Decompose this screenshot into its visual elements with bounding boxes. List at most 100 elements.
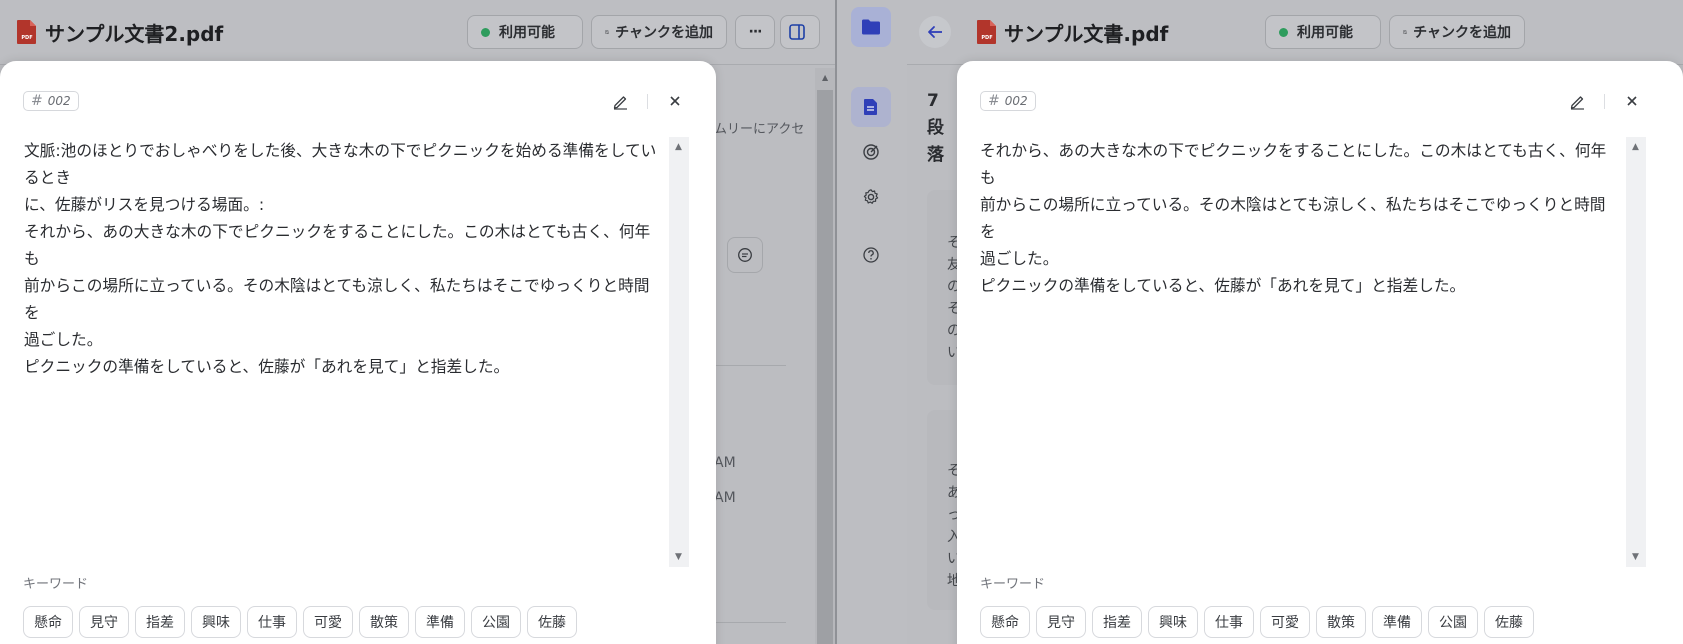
keyword-tag[interactable]: 佐藤 xyxy=(1484,606,1534,638)
keyword-tag[interactable]: 公園 xyxy=(471,606,521,638)
panel-icon xyxy=(789,24,805,40)
document-icon xyxy=(864,99,877,115)
folder-button[interactable] xyxy=(851,7,891,47)
keyword-tag[interactable]: 指差 xyxy=(135,606,185,638)
pencil-icon xyxy=(1570,95,1584,110)
keyword-tag[interactable]: 可愛 xyxy=(1260,606,1310,638)
right-header: PDF サンプル文書.pdf 利用可能 チャンクを追加 xyxy=(907,0,1683,65)
help-icon xyxy=(863,247,879,263)
add-chunk-icon xyxy=(1403,30,1407,34)
chunk-detail-modal: # 002 それから、あの大きな木の下でピクニックをすることにした。この木はとて… xyxy=(957,61,1683,644)
scroll-up-icon: ▲ xyxy=(1632,142,1639,152)
chat-button[interactable] xyxy=(727,237,763,273)
left-header: PDF サンプル文書2.pdf 利用可能 チャンクを追加 ··· xyxy=(0,0,835,65)
bg-access-text: ムリーにアクセ xyxy=(714,122,805,137)
add-chunk-icon xyxy=(605,30,609,34)
close-button[interactable] xyxy=(664,90,686,112)
status-label: 利用可能 xyxy=(499,25,555,41)
settings-icon xyxy=(863,189,879,204)
add-chunk-button[interactable]: チャンクを追加 xyxy=(591,15,727,49)
chunk-id-badge: # 002 xyxy=(980,91,1036,111)
keyword-tag[interactable]: 興味 xyxy=(1148,606,1198,638)
chunk-id: 002 xyxy=(1004,94,1028,108)
keyword-tag[interactable]: 懸命 xyxy=(980,606,1030,638)
keyword-list: 懸命 見守 指差 興味 仕事 可愛 散策 準備 公園 佐藤 xyxy=(23,606,577,638)
add-chunk-label: チャンクを追加 xyxy=(1413,25,1511,41)
hash-icon: # xyxy=(31,93,43,109)
toolbar-separator xyxy=(647,94,648,109)
bg-time-1: AM xyxy=(714,455,736,471)
scrollbar-thumb[interactable] xyxy=(817,90,833,644)
keyword-tag[interactable]: 佐藤 xyxy=(527,606,577,638)
content-scrollbar[interactable]: ▲ ▼ xyxy=(1626,137,1646,567)
keyword-tag[interactable]: 散策 xyxy=(1316,606,1366,638)
keywords-label: キーワード xyxy=(980,577,1046,592)
status-button[interactable]: 利用可能 xyxy=(1265,15,1381,49)
close-icon xyxy=(670,96,680,106)
keyword-tag[interactable]: 懸命 xyxy=(23,606,73,638)
keyword-tag[interactable]: 散策 xyxy=(359,606,409,638)
bg-time-2: AM xyxy=(714,490,736,506)
back-arrow-icon xyxy=(928,26,942,38)
keyword-tag[interactable]: 興味 xyxy=(191,606,241,638)
keyword-tag[interactable]: 仕事 xyxy=(247,606,297,638)
status-dot-icon xyxy=(481,27,490,37)
target-icon xyxy=(863,144,879,160)
panel-toggle-button[interactable] xyxy=(780,15,820,49)
left-document-pane: PDF サンプル文書2.pdf 利用可能 チャンクを追加 ··· ムリーにアクセ… xyxy=(0,0,835,644)
edit-button[interactable] xyxy=(1566,90,1588,112)
scroll-down-icon: ▼ xyxy=(675,552,682,562)
more-icon: ··· xyxy=(748,24,763,40)
sidebar-item-help[interactable] xyxy=(851,235,891,275)
chunk-id: 002 xyxy=(47,94,71,108)
scroll-down-icon: ▼ xyxy=(1632,552,1639,562)
document-title: サンプル文書2.pdf xyxy=(45,22,224,46)
pencil-icon xyxy=(613,95,627,110)
toolbar-separator xyxy=(1604,94,1605,109)
paragraph-count: 7 段 落 xyxy=(927,91,944,165)
chunk-content[interactable]: それから、あの大きな木の下でピクニックをすることにした。この木はとても古く、何年… xyxy=(980,137,1620,299)
status-dot-icon xyxy=(1279,27,1288,37)
keyword-tag[interactable]: 指差 xyxy=(1092,606,1142,638)
pdf-icon: PDF xyxy=(17,20,36,44)
close-icon xyxy=(1627,96,1637,106)
sidebar xyxy=(837,0,907,644)
hash-icon: # xyxy=(988,93,1000,109)
chunk-detail-modal: # 002 文脈:池のほとりでおしゃべりをした後、大きな木の下でピクニックを始め… xyxy=(0,61,716,644)
keyword-tag[interactable]: 見守 xyxy=(79,606,129,638)
right-document-pane: PDF サンプル文書.pdf 利用可能 チャンクを追加 7 段 落 そ 友 の … xyxy=(837,0,1683,644)
scroll-up-icon: ▲ xyxy=(675,142,682,152)
close-button[interactable] xyxy=(1621,90,1643,112)
sidebar-item-retrieval[interactable] xyxy=(851,132,891,172)
sidebar-item-documents[interactable] xyxy=(851,87,891,127)
content-scrollbar[interactable]: ▲ ▼ xyxy=(669,137,689,567)
scroll-up-icon: ▲ xyxy=(822,73,829,82)
chunk-content[interactable]: 文脈:池のほとりでおしゃべりをした後、大きな木の下でピクニックを始める準備をして… xyxy=(24,137,664,380)
add-chunk-button[interactable]: チャンクを追加 xyxy=(1389,15,1525,49)
more-button[interactable]: ··· xyxy=(735,15,775,49)
keyword-tag[interactable]: 見守 xyxy=(1036,606,1086,638)
status-button[interactable]: 利用可能 xyxy=(467,15,583,49)
edit-button[interactable] xyxy=(609,90,631,112)
bg-divider xyxy=(714,365,786,366)
keyword-tag[interactable]: 仕事 xyxy=(1204,606,1254,638)
page-scrollbar[interactable]: ▲ xyxy=(815,68,835,644)
add-chunk-label: チャンクを追加 xyxy=(615,25,713,41)
chat-icon xyxy=(738,248,752,262)
keyword-tag[interactable]: 準備 xyxy=(1372,606,1422,638)
keyword-tag[interactable]: 可愛 xyxy=(303,606,353,638)
chunk-id-badge: # 002 xyxy=(23,91,79,111)
keywords-label: キーワード xyxy=(23,577,89,592)
document-title: サンプル文書.pdf xyxy=(1004,22,1169,46)
bg-divider xyxy=(714,622,786,623)
folder-icon xyxy=(862,19,880,35)
svg-text:PDF: PDF xyxy=(981,35,992,41)
back-button[interactable] xyxy=(919,16,951,48)
status-label: 利用可能 xyxy=(1297,25,1353,41)
sidebar-item-settings[interactable] xyxy=(851,177,891,217)
keyword-tag[interactable]: 準備 xyxy=(415,606,465,638)
svg-text:PDF: PDF xyxy=(21,35,32,41)
pdf-icon: PDF xyxy=(977,20,996,44)
keyword-tag[interactable]: 公園 xyxy=(1428,606,1478,638)
keyword-list: 懸命 見守 指差 興味 仕事 可愛 散策 準備 公園 佐藤 xyxy=(980,606,1534,638)
